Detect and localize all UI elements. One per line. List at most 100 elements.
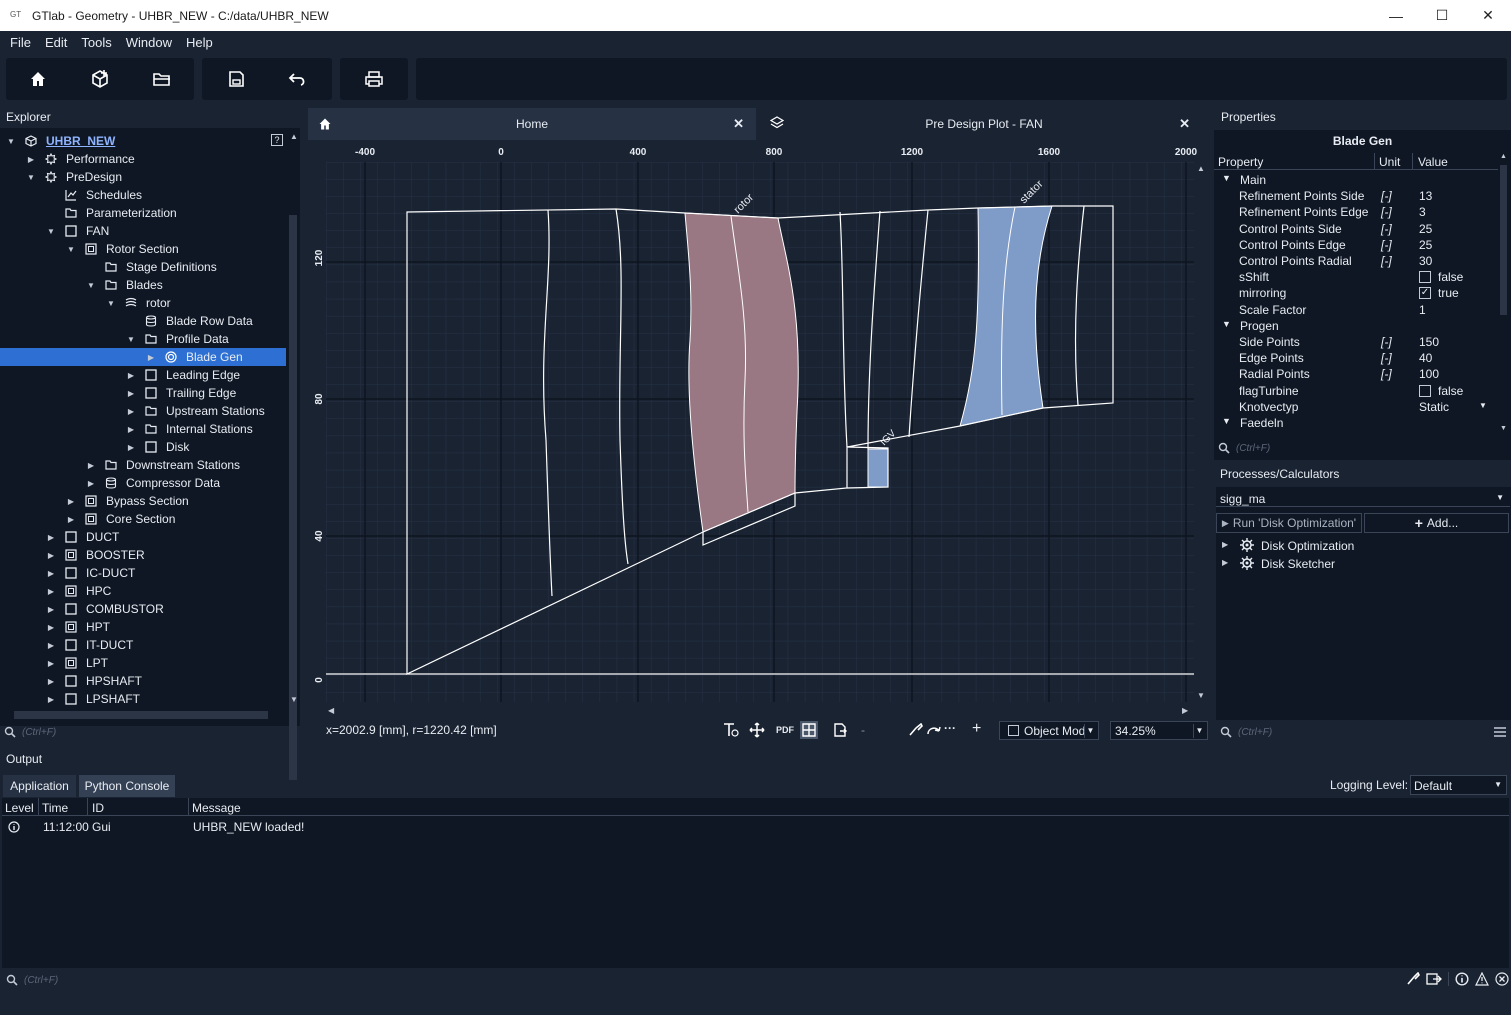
tree-item[interactable]: ▶ COMBUSTOR [0,600,286,618]
open-button[interactable] [142,58,182,100]
chevron-right-icon[interactable]: ▶ [46,695,56,704]
tree-item[interactable]: ▼ UHBR_NEW [0,132,286,150]
scroll-down-icon[interactable]: ▼ [1197,691,1205,700]
home-button[interactable] [18,58,58,100]
chevron-right-icon[interactable]: ▶ [86,479,96,488]
property-row[interactable]: Control Points Side [-] 25 [1214,221,1499,237]
chevron-right-icon[interactable]: ▶ [1222,558,1228,567]
property-row[interactable]: mirroring ✓ true [1214,285,1499,301]
property-group[interactable]: ▼ Main [1214,172,1499,188]
print-button[interactable] [354,58,394,100]
menu-edit[interactable]: Edit [45,35,67,50]
zoom-level-combo[interactable]: 34.25% ▼ [1110,721,1208,740]
scroll-left-icon[interactable]: ◀ [328,706,335,715]
scroll-up-icon[interactable]: ▲ [1197,164,1205,173]
tree-item[interactable]: ▶ Leading Edge [0,366,286,384]
property-value[interactable]: 25 [1419,238,1432,252]
explorer-search[interactable]: (Ctrl+F) [4,724,294,740]
chevron-right-icon[interactable]: ▶ [66,515,76,524]
tree-item[interactable]: ▼ Profile Data [0,330,286,348]
igv-blade[interactable] [867,448,889,488]
menu-window[interactable]: Window [126,35,172,50]
process-item[interactable]: ▶ Disk Optimization [1216,537,1510,555]
panel-menu-icon[interactable] [1493,726,1507,738]
tree-item[interactable]: ▶ Compressor Data [0,474,286,492]
processes-search[interactable]: (Ctrl+F) [1220,724,1480,740]
tree-item[interactable]: ▼ rotor [0,294,286,312]
chevron-right-icon[interactable]: ▶ [126,389,136,398]
tree-item[interactable]: ▼ Rotor Section [0,240,286,258]
log-row[interactable]: 11:12:00 Gui UHBR_NEW loaded! [2,818,1509,836]
property-row[interactable]: flagTurbine false [1214,383,1499,399]
property-row[interactable]: Refinement Points Edge [-] 3 [1214,204,1499,220]
tree-item[interactable]: ▼ PreDesign [0,168,286,186]
property-value[interactable]: true [1438,286,1459,300]
property-row[interactable]: Refinement Points Side [-] 13 [1214,188,1499,204]
warning-filter-icon[interactable] [1475,972,1489,986]
chevron-down-icon[interactable]: ▼ [126,335,136,344]
property-value[interactable]: 40 [1419,351,1432,365]
chevron-down-icon[interactable]: ▼ [1222,416,1231,426]
tree-item[interactable]: ▶ DUCT [0,528,286,546]
tree-item[interactable]: ▶ Bypass Section [0,492,286,510]
properties-scrollbar[interactable]: ▲ ▼ [1498,153,1509,436]
chevron-right-icon[interactable]: ▶ [126,425,136,434]
tree-item[interactable]: ▶ Disk [0,438,286,456]
plot-hscrollbar[interactable] [326,704,1194,714]
export-log-icon[interactable] [1426,972,1442,986]
property-value[interactable]: 13 [1419,189,1432,203]
menu-tools[interactable]: Tools [81,35,111,50]
property-row[interactable]: Scale Factor 1 [1214,302,1499,318]
property-row[interactable]: Control Points Radial [-] 30 [1214,253,1499,269]
pan-icon[interactable] [749,722,765,738]
zoom-in-label[interactable]: + [972,720,981,738]
object-mode-dropdown[interactable]: Object Mod ▼ [999,721,1099,740]
tab-pre-design-plot[interactable]: Pre Design Plot - FAN ✕ [760,108,1208,140]
tree-item[interactable]: Schedules [0,186,286,204]
tab-home-close-icon[interactable]: ✕ [733,116,744,132]
tree-item[interactable]: ▶ Upstream Stations [0,402,286,420]
add-process-button[interactable]: + Add... [1364,513,1509,533]
tree-item[interactable]: ▶ Downstream Stations [0,456,286,474]
property-row[interactable]: Side Points [-] 150 [1214,334,1499,350]
tree-item[interactable]: ▶ BOOSTER [0,546,286,564]
chevron-down-icon[interactable]: ▼ [66,245,76,254]
zoom-out-label[interactable]: - [861,723,865,737]
chevron-right-icon[interactable]: ▶ [46,605,56,614]
tree-item[interactable]: Parameterization [0,204,286,222]
object-mode-checkbox[interactable] [1008,725,1019,736]
property-value[interactable]: 1 [1419,303,1426,317]
property-row[interactable]: Knotvectyp Static ▼ [1214,399,1499,415]
chevron-right-icon[interactable]: ▶ [46,677,56,686]
chevron-down-icon[interactable]: ▼ [106,299,116,308]
chevron-down-icon[interactable]: ▼ [1222,319,1231,329]
new-project-button[interactable] [80,58,120,100]
property-group[interactable]: ▼ Faedeln [1214,415,1499,431]
tree-item[interactable]: ▶ HPSHAFT [0,672,286,690]
tree-item[interactable]: Blade Row Data [0,312,286,330]
property-value[interactable]: 30 [1419,254,1432,268]
chevron-right-icon[interactable]: ▶ [126,443,136,452]
tree-item[interactable]: ▶ Blade Gen [0,348,286,366]
output-tab-python-console[interactable]: Python Console [79,775,175,797]
process-item[interactable]: ▶ Disk Sketcher [1216,555,1510,573]
tree-item[interactable]: ▶ LPT [0,654,286,672]
chevron-down-icon[interactable]: ▼ [1479,401,1487,410]
chevron-down-icon[interactable]: ▼ [1222,173,1231,183]
error-filter-icon[interactable] [1495,972,1509,986]
info-filter-icon[interactable] [1455,972,1469,986]
more-options-icon[interactable]: ··· [944,721,956,735]
menu-help[interactable]: Help [186,35,213,50]
tree-item[interactable]: ▶ Core Section [0,510,286,528]
explorer-scrollbar[interactable]: ▲ ▼ [287,130,299,780]
property-row[interactable]: Radial Points [-] 100 [1214,366,1499,382]
chevron-down-icon[interactable]: ▼ [86,281,96,290]
property-value[interactable]: 150 [1419,335,1439,349]
text-tool-icon[interactable] [722,722,740,738]
chevron-right-icon[interactable]: ▶ [46,623,56,632]
export-icon[interactable] [832,722,848,738]
maximize-button[interactable]: ☐ [1419,0,1465,31]
run-disk-optimization-button[interactable]: ▶ Run 'Disk Optimization' [1216,513,1362,533]
scroll-right-icon[interactable]: ▶ [1182,706,1189,715]
chevron-right-icon[interactable]: ▶ [46,641,56,650]
